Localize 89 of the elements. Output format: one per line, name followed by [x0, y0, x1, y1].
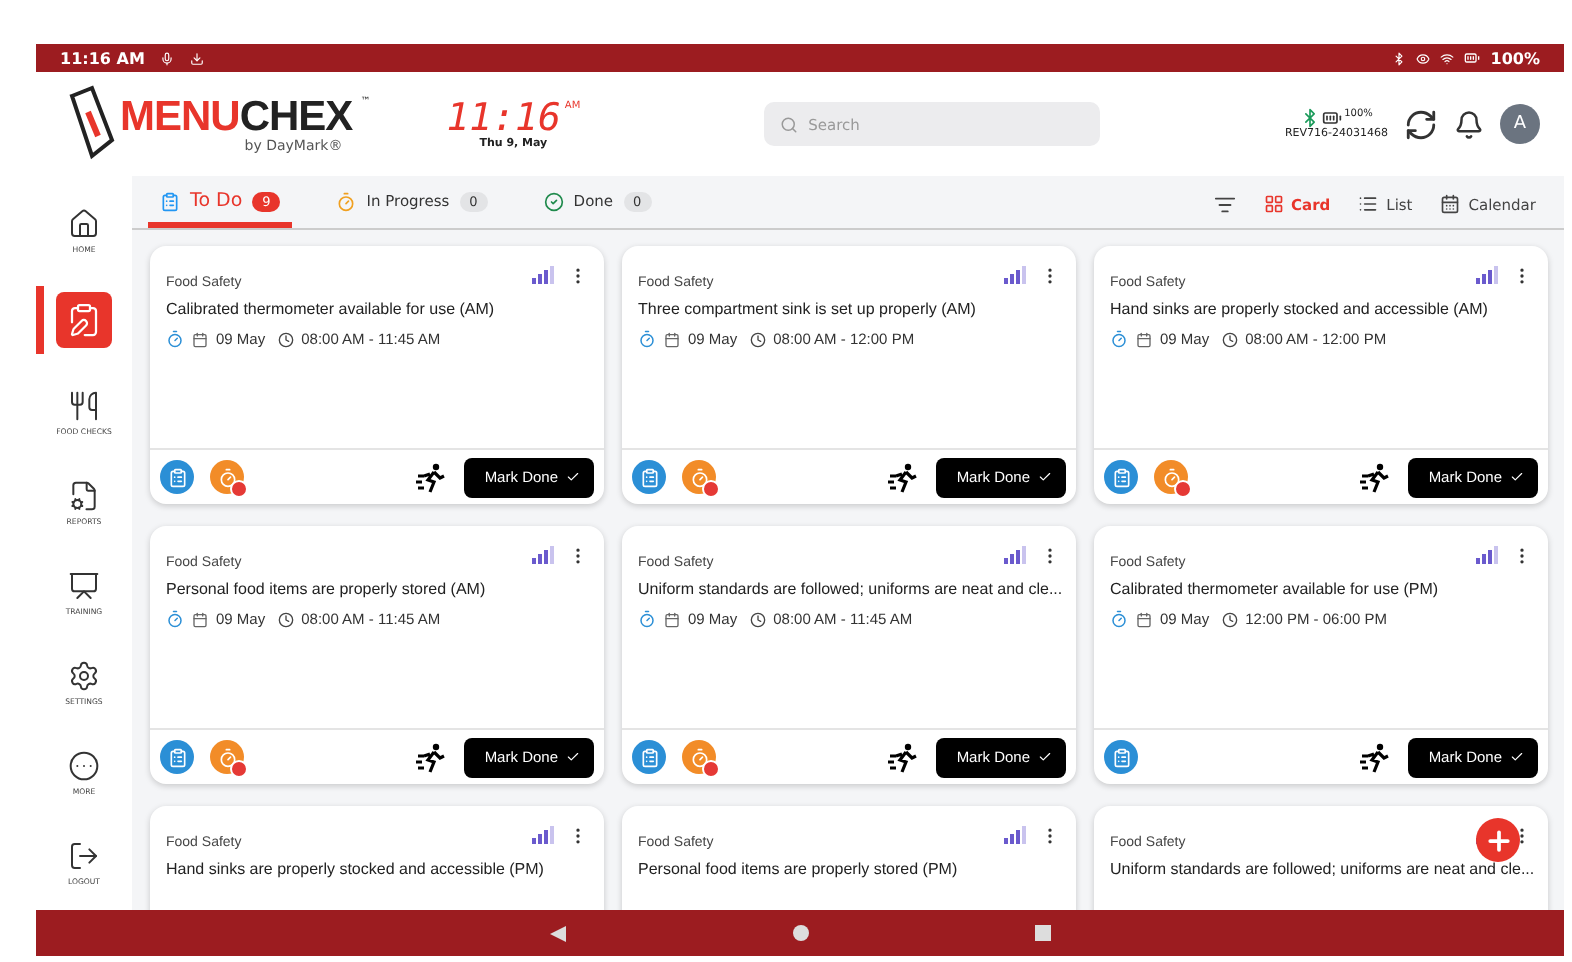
signal-bars-icon	[1004, 266, 1028, 284]
more-icon	[68, 749, 100, 782]
grid-icon	[1263, 194, 1283, 214]
clock-icon	[277, 331, 294, 347]
presentation-icon	[68, 569, 100, 602]
running-person-icon	[1360, 741, 1393, 773]
wifi-icon	[1440, 51, 1455, 65]
signal-bars-icon	[532, 546, 556, 564]
check-icon	[1510, 750, 1524, 764]
filter-icon[interactable]	[1213, 194, 1235, 216]
clock-icon	[277, 611, 294, 627]
check-icon	[566, 470, 580, 484]
calendar-icon	[1440, 194, 1461, 214]
task-title: Hand sinks are properly stocked and accessible (AM)	[1110, 300, 1490, 318]
task-title: Calibrated thermometer available for use (AM)	[166, 300, 497, 318]
eye-icon	[1416, 51, 1431, 65]
clipboard-icon	[160, 460, 194, 494]
schedule-icon	[1110, 610, 1128, 628]
task-title: Uniform standards are followed; uniforms are neat and cle...	[1110, 860, 1532, 878]
signal-bars-icon	[1004, 826, 1028, 844]
signal-bars-icon	[1476, 266, 1500, 284]
calendar-icon	[1136, 611, 1152, 627]
running-person-icon	[888, 461, 921, 493]
avatar[interactable]: A	[1500, 104, 1540, 144]
list-icon	[1358, 194, 1379, 214]
clock-icon	[749, 611, 766, 627]
task-title: Hand sinks are properly stocked and accessible (PM)	[166, 860, 546, 878]
clipboard-icon	[1104, 740, 1138, 774]
calendar-icon	[192, 331, 208, 347]
signal-bars-icon	[1004, 546, 1028, 564]
schedule-icon	[166, 330, 184, 348]
running-person-icon	[888, 741, 921, 773]
schedule-icon	[166, 610, 184, 628]
plus-icon	[1483, 825, 1513, 855]
signal-bars-icon	[1476, 546, 1500, 564]
task-title: Personal food items are properly stored (PM)	[638, 860, 960, 878]
clock-icon	[1221, 331, 1238, 347]
calendar-icon	[664, 331, 680, 347]
signal-bars-icon	[532, 266, 556, 284]
clock-icon	[1221, 611, 1238, 627]
running-person-icon	[1360, 461, 1393, 493]
search-icon	[780, 115, 799, 133]
clock-icon	[749, 331, 766, 347]
notification-icon[interactable]	[1454, 109, 1484, 139]
calendar-icon	[192, 611, 208, 627]
clipboard-icon	[632, 460, 666, 494]
clipboard-icon	[632, 740, 666, 774]
battery-icon	[1322, 108, 1343, 128]
check-icon	[1038, 750, 1052, 764]
home-button-icon[interactable]	[792, 924, 810, 942]
clipboard-pen-icon	[66, 302, 102, 338]
brand-name: MENUCHEX	[120, 95, 353, 137]
sync-icon[interactable]	[1404, 107, 1438, 141]
download-icon	[190, 51, 205, 65]
check-circle-icon	[543, 191, 564, 211]
back-icon[interactable]	[548, 923, 568, 943]
timer-icon	[336, 191, 357, 211]
calendar-icon	[664, 611, 680, 627]
clipboard-icon	[160, 191, 180, 211]
schedule-icon	[638, 610, 656, 628]
running-person-icon	[416, 461, 449, 493]
clipboard-icon	[1104, 460, 1138, 494]
settings-icon	[68, 659, 100, 692]
home-icon	[68, 207, 100, 240]
battery-level: 100%	[1490, 49, 1540, 67]
logout-icon	[68, 839, 100, 872]
signal-bars-icon	[532, 826, 556, 844]
check-icon	[1510, 470, 1524, 484]
schedule-icon	[1110, 330, 1128, 348]
check-icon	[566, 750, 580, 764]
status-time: 11:16 AM	[60, 49, 145, 67]
recents-icon[interactable]	[1034, 924, 1052, 942]
task-title: Uniform standards are followed; uniforms are neat and cle...	[638, 580, 1060, 598]
schedule-icon	[638, 330, 656, 348]
logo-icon	[64, 84, 116, 164]
calendar-icon	[1136, 331, 1152, 347]
utensils-icon	[68, 389, 100, 422]
task-title: Calibrated thermometer available for use (PM)	[1110, 580, 1441, 598]
battery-icon	[1464, 50, 1481, 66]
mic-icon	[160, 51, 175, 65]
task-title: Personal food items are properly stored (AM)	[166, 580, 488, 598]
check-icon	[1038, 470, 1052, 484]
document-gear-icon	[68, 479, 100, 512]
running-person-icon	[416, 741, 449, 773]
bluetooth-icon	[1392, 51, 1407, 65]
clock-time: 11:16	[446, 99, 561, 137]
bluetooth-icon	[1300, 108, 1321, 128]
task-title: Three compartment sink is set up properly (AM)	[638, 300, 978, 318]
clipboard-icon	[160, 740, 194, 774]
